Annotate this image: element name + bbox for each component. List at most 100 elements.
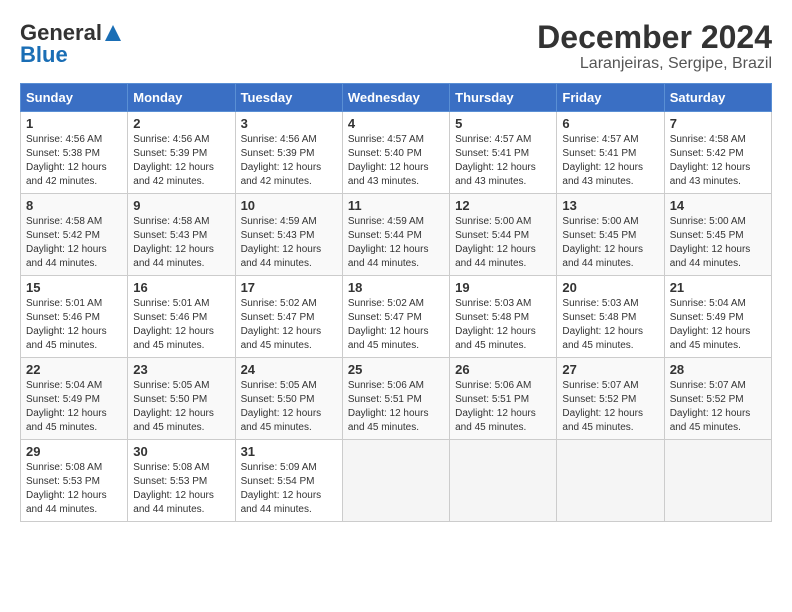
day-number: 26: [455, 362, 551, 377]
day-info: Sunrise: 4:56 AMSunset: 5:39 PMDaylight:…: [133, 133, 229, 189]
header-wednesday: Wednesday: [342, 84, 449, 112]
calendar-cell: 21 Sunrise: 5:04 AMSunset: 5:49 PMDayligh…: [664, 276, 771, 358]
day-number: 2: [133, 116, 229, 131]
day-number: 14: [670, 198, 766, 213]
calendar-cell: [450, 440, 557, 522]
calendar-cell: [557, 440, 664, 522]
calendar-cell: 1 Sunrise: 4:56 AMSunset: 5:38 PMDaylight…: [21, 112, 128, 194]
calendar-cell: 26Sunrise: 5:06 AMSunset: 5:51 PMDayligh…: [450, 358, 557, 440]
day-info: Sunrise: 5:02 AMSunset: 5:47 PMDaylight:…: [348, 297, 444, 353]
calendar-cell: 16 Sunrise: 5:01 AMSunset: 5:46 PMDayligh…: [128, 276, 235, 358]
day-number: 3: [241, 116, 337, 131]
day-number: 30: [133, 444, 229, 459]
day-number: 20: [562, 280, 658, 295]
day-number: 16: [133, 280, 229, 295]
day-number: 12: [455, 198, 551, 213]
day-info: Sunrise: 5:08 AMSunset: 5:53 PMDaylight:…: [26, 461, 122, 517]
calendar-cell: 15Sunrise: 5:01 AMSunset: 5:46 PMDayligh…: [21, 276, 128, 358]
day-info: Sunrise: 5:03 AMSunset: 5:48 PMDaylight:…: [455, 297, 551, 353]
week-row-4: 22 Sunrise: 5:04 AMSunset: 5:49 PMDayligh…: [21, 358, 772, 440]
day-info: Sunrise: 4:58 AMSunset: 5:43 PMDaylight:…: [133, 215, 229, 271]
day-number: 11: [348, 198, 444, 213]
calendar-cell: 20 Sunrise: 5:03 AMSunset: 5:48 PMDayligh…: [557, 276, 664, 358]
day-info: Sunrise: 5:01 AMSunset: 5:46 PMDaylight:…: [133, 297, 229, 353]
month-title: December 2024: [537, 20, 772, 55]
calendar-cell: 25Sunrise: 5:06 AMSunset: 5:51 PMDayligh…: [342, 358, 449, 440]
calendar-cell: 18 Sunrise: 5:02 AMSunset: 5:47 PMDayligh…: [342, 276, 449, 358]
calendar-cell: 30 Sunrise: 5:08 AMSunset: 5:53 PMDayligh…: [128, 440, 235, 522]
day-info: Sunrise: 5:00 AMSunset: 5:45 PMDaylight:…: [670, 215, 766, 271]
calendar-cell: 22 Sunrise: 5:04 AMSunset: 5:49 PMDayligh…: [21, 358, 128, 440]
calendar-cell: 8 Sunrise: 4:58 AMSunset: 5:42 PMDaylight…: [21, 194, 128, 276]
calendar-cell: 10 Sunrise: 4:59 AMSunset: 5:43 PMDayligh…: [235, 194, 342, 276]
day-info: Sunrise: 5:05 AMSunset: 5:50 PMDaylight:…: [241, 379, 337, 435]
day-number: 5: [455, 116, 551, 131]
calendar-cell: 11 Sunrise: 4:59 AMSunset: 5:44 PMDayligh…: [342, 194, 449, 276]
day-info: Sunrise: 5:03 AMSunset: 5:48 PMDaylight:…: [562, 297, 658, 353]
day-number: 17: [241, 280, 337, 295]
day-number: 8: [26, 198, 122, 213]
week-row-2: 8 Sunrise: 4:58 AMSunset: 5:42 PMDaylight…: [21, 194, 772, 276]
day-info: Sunrise: 4:57 AMSunset: 5:41 PMDaylight:…: [455, 133, 551, 189]
day-number: 7: [670, 116, 766, 131]
calendar-cell: 3 Sunrise: 4:56 AMSunset: 5:39 PMDaylight…: [235, 112, 342, 194]
day-number: 15: [26, 280, 122, 295]
week-row-5: 29 Sunrise: 5:08 AMSunset: 5:53 PMDayligh…: [21, 440, 772, 522]
day-info: Sunrise: 4:56 AMSunset: 5:38 PMDaylight:…: [26, 133, 122, 189]
header-monday: Monday: [128, 84, 235, 112]
calendar-cell: 9 Sunrise: 4:58 AMSunset: 5:43 PMDaylight…: [128, 194, 235, 276]
logo-blue-text: Blue: [20, 42, 68, 68]
day-number: 22: [26, 362, 122, 377]
day-info: Sunrise: 5:08 AMSunset: 5:53 PMDaylight:…: [133, 461, 229, 517]
calendar-cell: 17 Sunrise: 5:02 AMSunset: 5:47 PMDayligh…: [235, 276, 342, 358]
calendar-cell: [342, 440, 449, 522]
calendar-cell: 14 Sunrise: 5:00 AMSunset: 5:45 PMDayligh…: [664, 194, 771, 276]
day-info: Sunrise: 4:58 AMSunset: 5:42 PMDaylight:…: [670, 133, 766, 189]
day-info: Sunrise: 4:57 AMSunset: 5:40 PMDaylight:…: [348, 133, 444, 189]
day-info: Sunrise: 5:00 AMSunset: 5:45 PMDaylight:…: [562, 215, 658, 271]
header-friday: Friday: [557, 84, 664, 112]
day-number: 19: [455, 280, 551, 295]
day-number: 10: [241, 198, 337, 213]
logo-icon: [103, 23, 123, 43]
day-number: 24: [241, 362, 337, 377]
day-number: 31: [241, 444, 337, 459]
day-info: Sunrise: 5:00 AMSunset: 5:44 PMDaylight:…: [455, 215, 551, 271]
day-number: 18: [348, 280, 444, 295]
day-number: 4: [348, 116, 444, 131]
calendar-cell: 27 Sunrise: 5:07 AMSunset: 5:52 PMDayligh…: [557, 358, 664, 440]
calendar-cell: 5 Sunrise: 4:57 AMSunset: 5:41 PMDaylight…: [450, 112, 557, 194]
day-info: Sunrise: 4:59 AMSunset: 5:44 PMDaylight:…: [348, 215, 444, 271]
calendar-cell: 19 Sunrise: 5:03 AMSunset: 5:48 PMDayligh…: [450, 276, 557, 358]
calendar-cell: 6 Sunrise: 4:57 AMSunset: 5:41 PMDaylight…: [557, 112, 664, 194]
day-number: 25: [348, 362, 444, 377]
day-number: 9: [133, 198, 229, 213]
day-info: Sunrise: 4:56 AMSunset: 5:39 PMDaylight:…: [241, 133, 337, 189]
day-number: 27: [562, 362, 658, 377]
day-number: 6: [562, 116, 658, 131]
day-info: Sunrise: 5:02 AMSunset: 5:47 PMDaylight:…: [241, 297, 337, 353]
header-thursday: Thursday: [450, 84, 557, 112]
day-info: Sunrise: 4:58 AMSunset: 5:42 PMDaylight:…: [26, 215, 122, 271]
calendar-cell: [664, 440, 771, 522]
day-number: 1: [26, 116, 122, 131]
day-number: 13: [562, 198, 658, 213]
day-number: 29: [26, 444, 122, 459]
calendar-cell: 2 Sunrise: 4:56 AMSunset: 5:39 PMDaylight…: [128, 112, 235, 194]
day-info: Sunrise: 5:04 AMSunset: 5:49 PMDaylight:…: [26, 379, 122, 435]
day-number: 23: [133, 362, 229, 377]
logo: General Blue: [20, 20, 124, 68]
week-row-3: 15 Sunrise: 5:01 AMSunset: 5:46 PMDayligh…: [21, 276, 772, 358]
header-row: SundayMondayTuesdayWednesdayThursdayFrid…: [21, 84, 772, 112]
day-info: Sunrise: 4:57 AMSunset: 5:41 PMDaylight:…: [562, 133, 658, 189]
calendar-cell: 12 Sunrise: 5:00 AMSunset: 5:44 PMDayligh…: [450, 194, 557, 276]
week-row-1: 1 Sunrise: 4:56 AMSunset: 5:38 PMDaylight…: [21, 112, 772, 194]
day-info: Sunrise: 4:59 AMSunset: 5:43 PMDaylight:…: [241, 215, 337, 271]
calendar-cell: 23Sunrise: 5:05 AMSunset: 5:50 PMDayligh…: [128, 358, 235, 440]
day-info: Sunrise: 5:07 AMSunset: 5:52 PMDaylight:…: [562, 379, 658, 435]
header-saturday: Saturday: [664, 84, 771, 112]
calendar-cell: 13 Sunrise: 5:00 AMSunset: 5:45 PMDayligh…: [557, 194, 664, 276]
calendar-cell: 4 Sunrise: 4:57 AMSunset: 5:40 PMDaylight…: [342, 112, 449, 194]
day-info: Sunrise: 5:04 AMSunset: 5:49 PMDaylight:…: [670, 297, 766, 353]
day-number: 21: [670, 280, 766, 295]
